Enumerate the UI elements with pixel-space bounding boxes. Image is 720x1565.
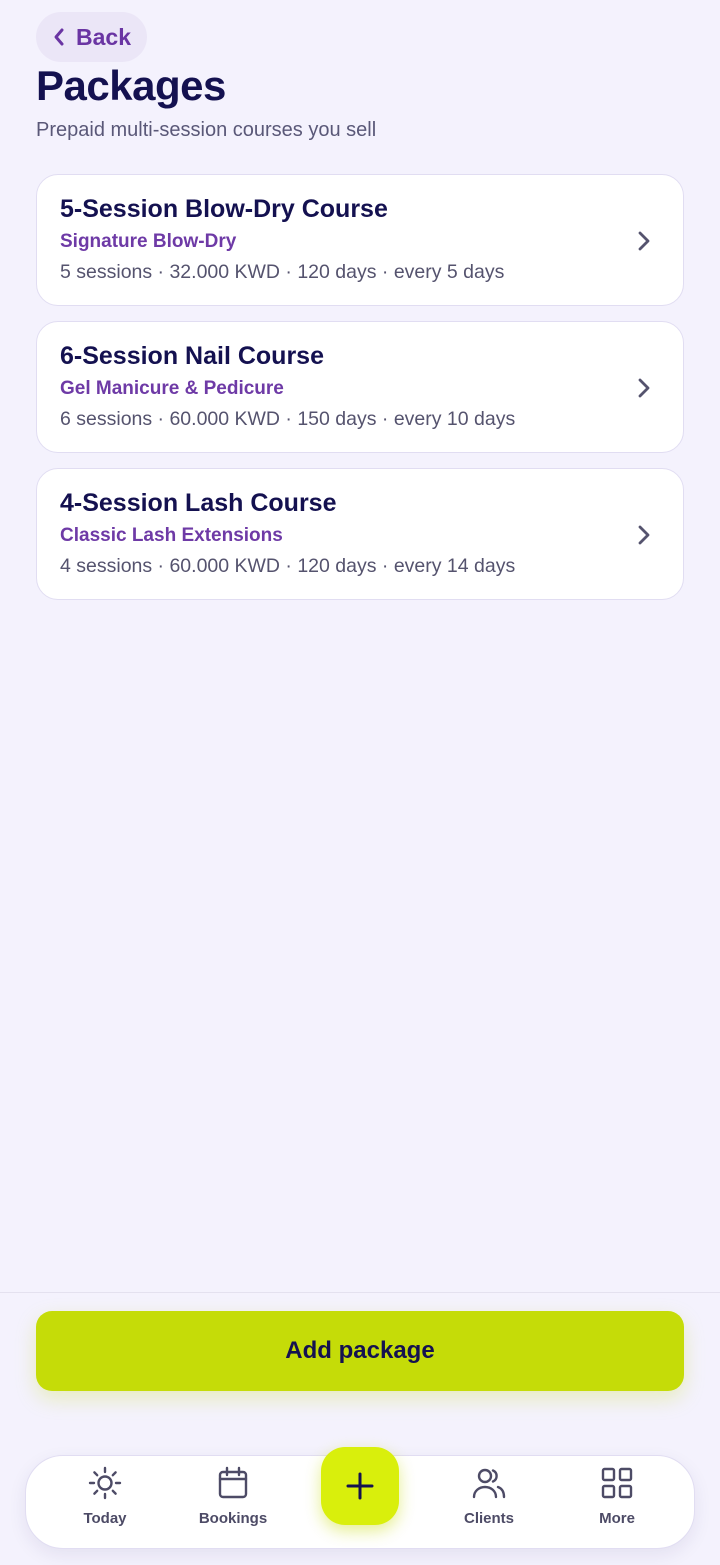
package-meta: 6 sessions · 60.000 KWD · 150 days · eve… bbox=[60, 408, 516, 430]
grid-icon bbox=[601, 1467, 633, 1499]
chevron-left-icon bbox=[54, 28, 64, 46]
package-name: 4-Session Lash Course bbox=[60, 489, 337, 517]
package-card[interactable]: 5-Session Blow-Dry Course Signature Blow… bbox=[36, 174, 684, 306]
calendar-icon bbox=[218, 1466, 248, 1499]
package-service: Signature Blow-Dry bbox=[60, 231, 237, 252]
chevron-right-icon bbox=[638, 231, 650, 251]
add-package-label: Add package bbox=[285, 1337, 435, 1364]
package-service: Gel Manicure & Pedicure bbox=[60, 378, 284, 399]
packages-screen: Back Packages Prepaid multi-session cour… bbox=[0, 0, 720, 1565]
back-button[interactable]: Back bbox=[36, 12, 147, 62]
tab-clients-label: Clients bbox=[463, 1510, 514, 1527]
sun-icon bbox=[88, 1466, 122, 1500]
page-title: Packages bbox=[36, 62, 226, 109]
back-label: Back bbox=[76, 23, 131, 50]
chevron-right-icon bbox=[638, 525, 650, 545]
package-card[interactable]: 4-Session Lash Course Classic Lash Exten… bbox=[36, 468, 684, 600]
add-package-button[interactable]: Add package bbox=[36, 1311, 684, 1391]
package-meta: 5 sessions · 32.000 KWD · 120 days · eve… bbox=[60, 261, 505, 283]
tab-bookings-label: Bookings bbox=[198, 1510, 268, 1527]
users-icon bbox=[472, 1468, 506, 1499]
quick-add-button[interactable] bbox=[321, 1447, 399, 1525]
tab-today[interactable]: Today bbox=[55, 1466, 155, 1527]
package-service: Classic Lash Extensions bbox=[60, 525, 283, 546]
chevron-right-icon bbox=[638, 378, 650, 398]
tab-bookings[interactable]: Bookings bbox=[183, 1466, 283, 1527]
package-name: 6-Session Nail Course bbox=[60, 342, 324, 370]
plus-icon bbox=[346, 1472, 374, 1500]
tab-more-label: More bbox=[599, 1510, 635, 1527]
tab-more[interactable]: More bbox=[567, 1466, 667, 1527]
footer-divider bbox=[0, 1292, 720, 1293]
page-subtitle: Prepaid multi-session courses you sell bbox=[36, 119, 377, 141]
tab-clients[interactable]: Clients bbox=[439, 1466, 539, 1527]
package-name: 5-Session Blow-Dry Course bbox=[60, 195, 388, 223]
tab-today-label: Today bbox=[83, 1510, 127, 1527]
package-card[interactable]: 6-Session Nail Course Gel Manicure & Ped… bbox=[36, 321, 684, 453]
package-meta: 4 sessions · 60.000 KWD · 120 days · eve… bbox=[60, 555, 516, 577]
